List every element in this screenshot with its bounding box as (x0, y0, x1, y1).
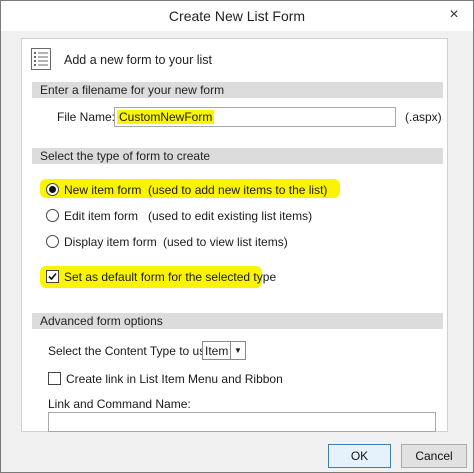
form-body: Add a new form to your list Enter a file… (21, 38, 448, 432)
dialog-title: Create New List Form (168, 8, 306, 24)
cancel-button[interactable]: Cancel (401, 444, 467, 468)
edit-item-radio[interactable] (46, 209, 59, 222)
close-button[interactable]: × (439, 1, 469, 29)
advanced-section-heading: Advanced form options (32, 313, 443, 329)
close-icon: × (449, 6, 459, 23)
edit-item-label[interactable]: Edit item form (64, 209, 138, 223)
create-link-checkbox[interactable] (48, 372, 61, 385)
dialog-header: Add a new form to your list (30, 45, 440, 75)
chevron-down-icon: ▼ (230, 342, 245, 359)
filename-section-heading: Enter a filename for your new form (32, 82, 443, 98)
checkmark-icon (48, 272, 57, 281)
ok-button[interactable]: OK (328, 444, 391, 468)
edit-item-description: (used to edit existing list items) (148, 209, 313, 223)
form-list-icon (31, 48, 51, 70)
title-bar: Create New List Form × (1, 1, 473, 31)
type-section-heading: Select the type of form to create (32, 148, 443, 164)
new-item-label[interactable]: New item form (64, 183, 141, 197)
default-form-label[interactable]: Set as default form for the selected typ… (64, 270, 276, 284)
link-name-label: Link and Command Name: (48, 397, 191, 411)
link-name-input[interactable] (48, 412, 436, 432)
create-list-form-dialog: Create New List Form × Add a new form to… (0, 0, 474, 473)
default-form-checkbox[interactable] (46, 270, 59, 283)
file-name-input[interactable]: CustomNewForm (114, 107, 396, 127)
display-item-radio[interactable] (46, 235, 59, 248)
new-item-radio[interactable] (46, 183, 59, 196)
display-item-label[interactable]: Display item form (64, 235, 157, 249)
radio-selected-dot (49, 186, 56, 193)
file-name-label: File Name: (57, 110, 116, 124)
content-type-label: Select the Content Type to use: (48, 344, 216, 358)
file-extension-label: (.aspx) (405, 110, 442, 124)
create-link-label[interactable]: Create link in List Item Menu and Ribbon (66, 372, 283, 386)
content-type-value: Item (205, 344, 229, 358)
file-name-value: CustomNewForm (117, 110, 215, 124)
display-item-description: (used to view list items) (163, 235, 288, 249)
new-item-description: (used to add new items to the list) (148, 183, 328, 197)
header-text: Add a new form to your list (64, 53, 212, 67)
content-type-select[interactable]: Item ▼ (202, 341, 246, 360)
